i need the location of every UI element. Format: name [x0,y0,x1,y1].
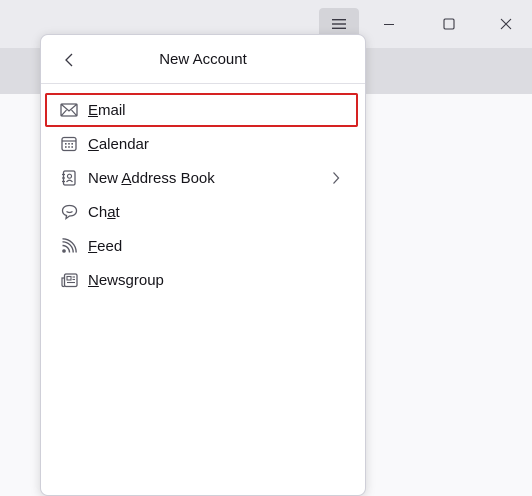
menu-item-email[interactable]: Email [45,93,358,127]
menu-item-feed[interactable]: Feed [41,229,365,263]
access-key: C [88,135,99,153]
menu-item-label: New Address Book [88,169,215,187]
menu-item-label: Chat [88,203,120,221]
access-key: a [107,203,116,221]
chevron-right-icon [329,169,343,187]
calendar-icon [59,134,79,154]
account-type-list: Email Calendar New Address Book Chat Fee… [41,93,365,297]
hamburger-icon [332,19,346,29]
menu-item-label: Calendar [88,135,149,153]
close-button[interactable] [486,8,526,40]
address-book-icon [59,168,79,188]
minimize-button[interactable] [369,8,409,40]
maximize-icon [443,18,455,30]
feed-icon [59,236,79,256]
panel-title: New Account [159,51,247,68]
menu-item-new-address-book[interactable]: New Address Book [41,161,365,195]
menu-item-newsgroup[interactable]: Newsgroup [41,263,365,297]
newsgroup-icon [59,270,79,290]
menu-item-label: Feed [88,237,123,255]
minimize-icon [384,24,394,25]
access-key: F [88,237,98,255]
access-key: N [88,271,99,289]
access-key: A [121,169,132,187]
panel-header: New Account [41,35,365,84]
menu-item-label: Email [88,101,126,119]
envelope-icon [59,100,79,120]
access-key: E [88,101,99,119]
menu-item-chat[interactable]: Chat [41,195,365,229]
menu-item-calendar[interactable]: Calendar [41,127,365,161]
new-account-panel: New Account Email Calendar New Address B… [40,34,366,496]
maximize-button[interactable] [429,8,469,40]
chat-icon [59,202,79,222]
menu-item-label: Newsgroup [88,271,164,289]
close-icon [500,18,512,30]
